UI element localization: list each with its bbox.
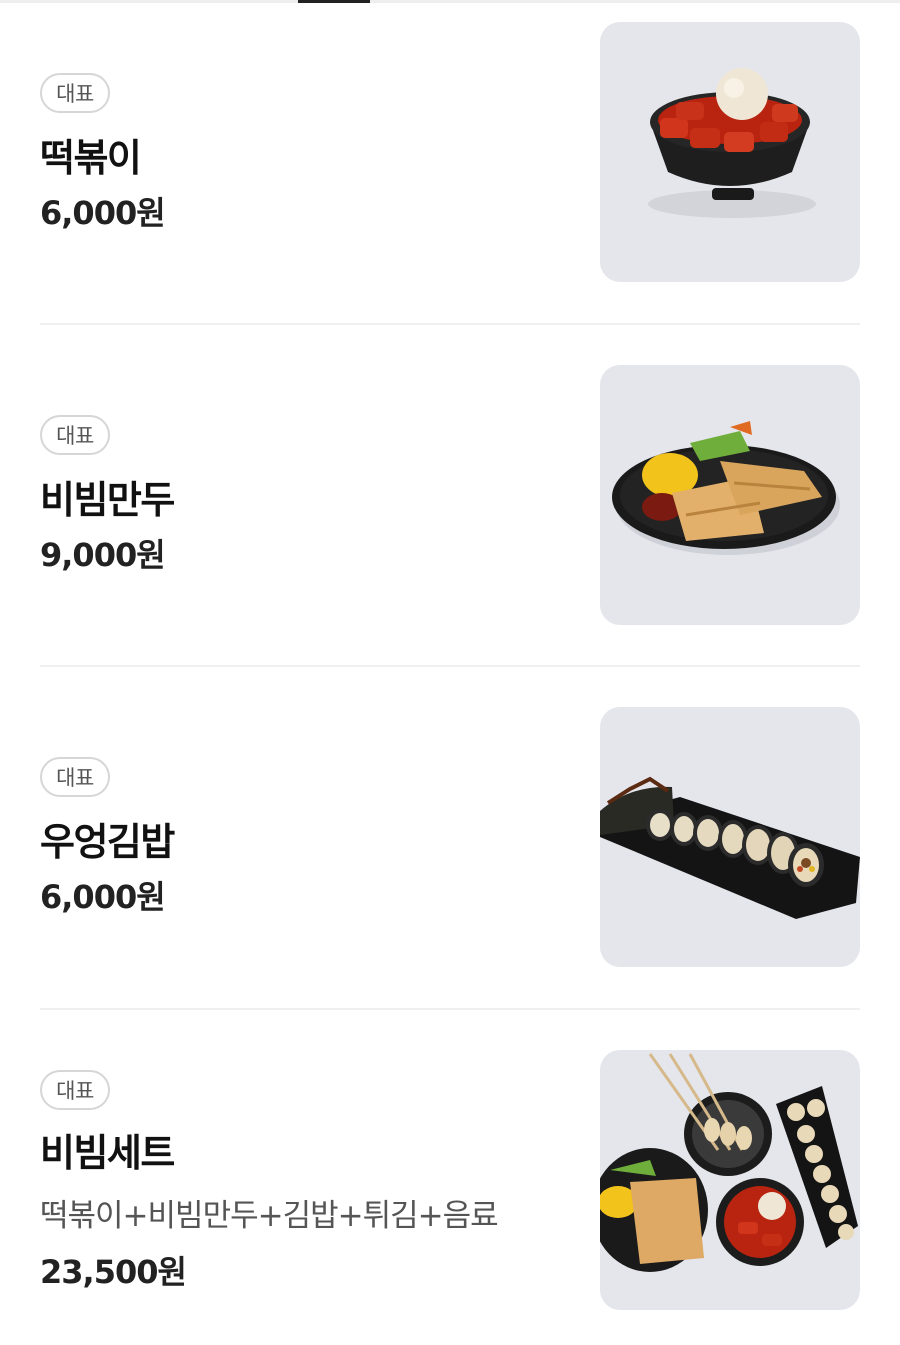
bibim-mandu-photo[interactable] xyxy=(600,365,860,625)
menu-item-burdock-gimbap[interactable]: 대표 우엉김밥 6,000원 xyxy=(40,707,860,967)
menu-item-name: 우엉김밥 xyxy=(40,820,175,864)
signature-badge: 대표 xyxy=(40,757,110,797)
menu-item-price: 6,000원 xyxy=(40,194,166,232)
menu-item-price: 6,000원 xyxy=(40,878,166,916)
tteokbokki-photo[interactable] xyxy=(600,22,860,282)
menu-item-bibim-set[interactable]: 대표 비빔세트 떡볶이+비빔만두+김밥+튀김+음료 23,500원 xyxy=(40,1050,860,1310)
menu-item-description: 떡볶이+비빔만두+김밥+튀김+음료 xyxy=(40,1198,499,1234)
menu-item-tteokbokki[interactable]: 대표 떡볶이 6,000원 xyxy=(40,22,860,282)
menu-item-price: 9,000원 xyxy=(40,536,166,574)
divider xyxy=(40,323,860,325)
signature-badge: 대표 xyxy=(40,1070,110,1110)
signature-badge: 대표 xyxy=(40,73,110,113)
bibim-set-photo[interactable] xyxy=(600,1050,860,1310)
menu-item-name: 떡볶이 xyxy=(40,136,142,180)
signature-badge: 대표 xyxy=(40,415,110,455)
menu-item-name: 비빔세트 xyxy=(40,1131,175,1175)
tab-indicator xyxy=(298,0,370,3)
menu-item-bibim-mandu[interactable]: 대표 비빔만두 9,000원 xyxy=(40,365,860,625)
burdock-gimbap-photo[interactable] xyxy=(600,707,860,967)
menu-item-price: 23,500원 xyxy=(40,1253,187,1291)
divider xyxy=(40,665,860,667)
menu-item-name: 비빔만두 xyxy=(40,478,175,522)
top-edge xyxy=(0,0,900,3)
divider xyxy=(40,1008,860,1010)
